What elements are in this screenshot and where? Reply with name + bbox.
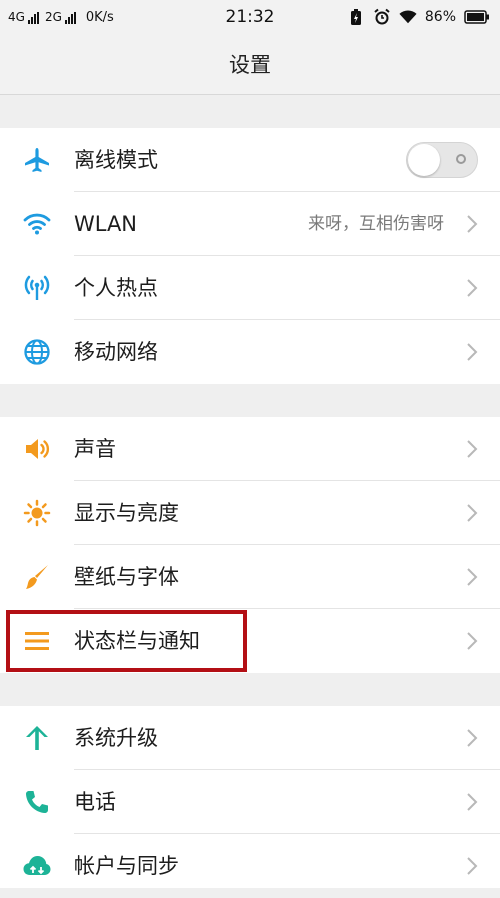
chevron-right-icon (467, 343, 478, 361)
wifi-status-icon (399, 8, 417, 26)
settings-item-label: 移动网络 (74, 340, 158, 364)
chevron-right-icon (467, 793, 478, 811)
settings-item-label: 离线模式 (74, 148, 158, 172)
network-2g: 2G (45, 10, 76, 24)
settings-item-label: 壁纸与字体 (74, 565, 179, 589)
page-title: 设置 (229, 53, 271, 77)
settings-item-label: WLAN (74, 212, 138, 236)
network-4g: 4G (8, 10, 39, 24)
toggle-off-icon (456, 154, 466, 164)
settings-item-account-sync[interactable]: 帐户与同步 (0, 834, 500, 898)
settings-item-airplane-mode[interactable]: 离线模式 (0, 128, 500, 192)
wifi-icon (22, 210, 52, 238)
settings-item-label: 状态栏与通知 (74, 629, 200, 653)
settings-item-hotspot[interactable]: 个人热点 (0, 256, 500, 320)
signal-bars-icon (64, 12, 76, 24)
airplane-icon (22, 146, 52, 174)
brush-icon (22, 563, 52, 591)
chevron-right-icon (467, 857, 478, 875)
settings-item-wlan[interactable]: WLAN 来呀，互相伤害呀 (0, 192, 500, 256)
chevron-right-icon (467, 632, 478, 650)
chevron-right-icon (467, 568, 478, 586)
chevron-right-icon (467, 504, 478, 522)
cloud-sync-icon (22, 852, 52, 880)
wlan-network-name: 来呀，互相伤害呀 (308, 214, 444, 234)
network-speed: 0K/s (85, 9, 114, 25)
battery-charging-icon (347, 8, 365, 26)
sun-icon (22, 499, 52, 527)
settings-item-label: 声音 (74, 437, 116, 461)
status-bar: 4G 2G 0K/s 21:32 86% (0, 0, 500, 34)
chevron-right-icon (467, 279, 478, 297)
settings-group-personalization: 声音 显示与亮度 壁纸与字体 状态栏与通知 (0, 417, 500, 673)
chevron-right-icon (467, 440, 478, 458)
hotspot-icon (22, 274, 52, 302)
settings-item-label: 电话 (74, 790, 116, 814)
signal-bars-icon (27, 12, 39, 24)
phone-icon (22, 788, 52, 816)
alarm-icon (373, 8, 391, 26)
settings-item-label: 系统升级 (74, 726, 158, 750)
airplane-mode-toggle[interactable] (406, 142, 478, 178)
arrow-up-icon (22, 724, 52, 752)
speaker-icon (22, 435, 52, 463)
settings-item-statusbar-notifications[interactable]: 状态栏与通知 (0, 609, 500, 673)
settings-group-connectivity: 离线模式 WLAN 来呀，互相伤害呀 个人热点 移动网络 (0, 128, 500, 384)
network-2g-label: 2G (44, 10, 62, 24)
settings-item-mobile-network[interactable]: 移动网络 (0, 320, 500, 384)
chevron-right-icon (467, 215, 478, 233)
settings-item-phone[interactable]: 电话 (0, 770, 500, 834)
battery-percent: 86% (424, 9, 456, 25)
settings-item-display-brightness[interactable]: 显示与亮度 (0, 481, 500, 545)
settings-item-label: 个人热点 (74, 276, 158, 300)
chevron-right-icon (467, 729, 478, 747)
globe-icon (22, 338, 52, 366)
settings-item-wallpaper-font[interactable]: 壁纸与字体 (0, 545, 500, 609)
settings-item-label: 显示与亮度 (74, 501, 179, 525)
settings-group-system: 系统升级 电话 帐户与同步 (0, 706, 500, 888)
settings-item-sound[interactable]: 声音 (0, 417, 500, 481)
battery-icon (464, 8, 490, 26)
settings-item-system-update[interactable]: 系统升级 (0, 706, 500, 770)
menu-lines-icon (22, 627, 52, 655)
network-4g-label: 4G (8, 10, 25, 24)
toggle-knob (408, 144, 440, 176)
settings-item-label: 帐户与同步 (74, 854, 179, 878)
nav-bar: 设置 (0, 34, 500, 95)
